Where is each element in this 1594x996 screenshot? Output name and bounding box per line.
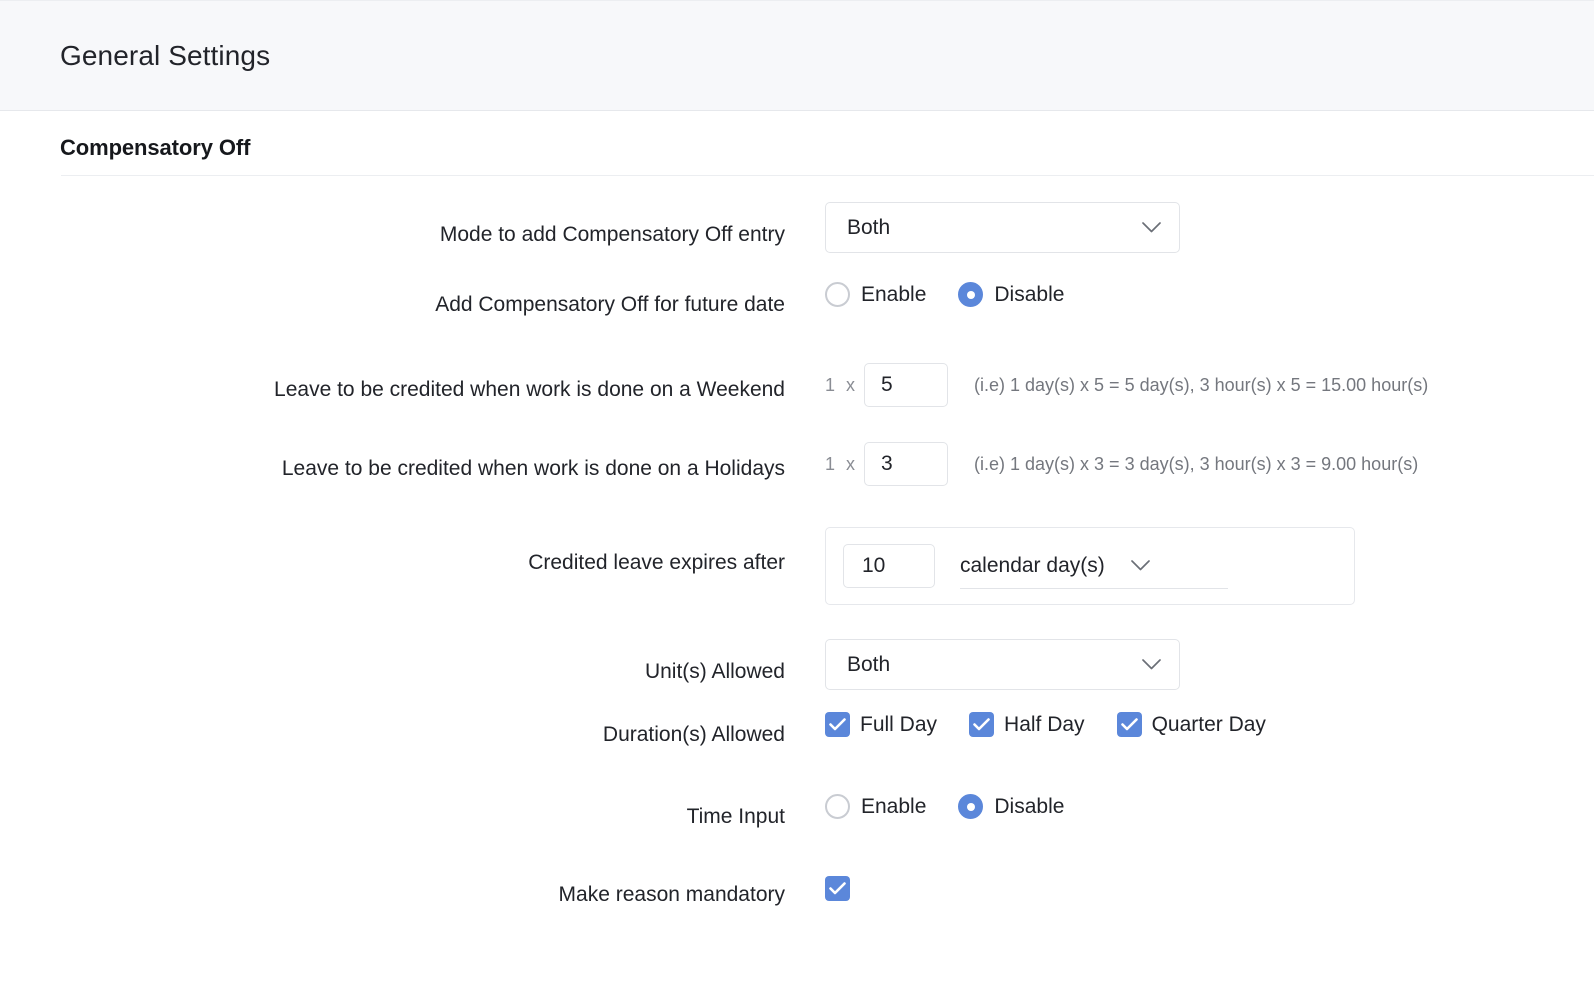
future-date-disable-label: Disable — [994, 282, 1065, 306]
control-expires-after: 10 calendar day(s) — [785, 527, 1594, 605]
checkbox-checked-icon — [825, 712, 850, 737]
control-holiday-credit: 1 x 3 (i.e) 1 day(s) x 3 = 3 day(s), 3 h… — [785, 442, 1594, 486]
checkbox-checked-icon — [825, 876, 850, 901]
durations-allowed-checkbox-group: Full Day Half Day Quarter Day — [825, 712, 1266, 737]
future-date-radio-enable[interactable]: Enable — [825, 282, 926, 307]
chevron-down-icon — [1142, 222, 1161, 233]
duration-full-day-label: Full Day — [860, 712, 938, 736]
label-future-date: Add Compensatory Off for future date — [435, 293, 785, 316]
label-expires-after: Credited leave expires after — [528, 551, 785, 574]
time-input-enable-label: Enable — [861, 794, 927, 818]
time-input-radio-enable[interactable]: Enable — [825, 794, 926, 819]
control-future-date: Enable Disable — [785, 282, 1594, 307]
time-input-radio-disable[interactable]: Disable — [958, 794, 1064, 819]
duration-checkbox-half-day[interactable]: Half Day — [969, 712, 1085, 737]
time-input-radio-group: Enable Disable — [825, 794, 1064, 819]
weekend-credit-hint: (i.e) 1 day(s) x 5 = 5 day(s), 3 hour(s)… — [974, 374, 1429, 395]
mode-select-value: Both — [847, 215, 891, 239]
reason-mandatory-checkbox[interactable] — [825, 876, 860, 901]
duration-half-day-label: Half Day — [1004, 712, 1085, 736]
label-durations-allowed: Duration(s) Allowed — [602, 723, 785, 746]
row-durations-allowed: Duration(s) Allowed Full Day Half Day Qu… — [0, 712, 1594, 794]
row-time-input: Time Input Enable Disable — [0, 794, 1594, 876]
radio-selected-icon — [958, 794, 984, 819]
mode-select[interactable]: Both — [825, 202, 1180, 253]
holiday-credit-input[interactable]: 3 — [864, 442, 949, 486]
future-date-radio-group: Enable Disable — [825, 282, 1064, 307]
control-time-input: Enable Disable — [785, 794, 1594, 819]
label-holiday-credit: Leave to be credited when work is done o… — [281, 457, 785, 480]
settings-form: Mode to add Compensatory Off entry Both … — [0, 176, 1594, 936]
chevron-down-icon — [1142, 659, 1161, 670]
label-reason-mandatory: Make reason mandatory — [558, 883, 785, 906]
holiday-credit-hint: (i.e) 1 day(s) x 3 = 3 day(s), 3 hour(s)… — [974, 453, 1419, 474]
duration-quarter-day-label: Quarter Day — [1151, 712, 1266, 736]
row-holiday-credit: Leave to be credited when work is done o… — [0, 442, 1594, 527]
expires-after-group: 10 calendar day(s) — [825, 527, 1355, 605]
checkbox-checked-icon — [969, 712, 995, 737]
control-durations-allowed: Full Day Half Day Quarter Day — [785, 712, 1594, 737]
row-expires-after: Credited leave expires after 10 calendar… — [0, 527, 1594, 639]
radio-circle-icon — [825, 282, 850, 307]
duration-checkbox-full-day[interactable]: Full Day — [825, 712, 937, 737]
label-time-input: Time Input — [686, 805, 785, 828]
label-mode-to-add-entry: Mode to add Compensatory Off entry — [439, 223, 785, 246]
duration-checkbox-quarter-day[interactable]: Quarter Day — [1116, 712, 1266, 737]
control-weekend-credit: 1 x 5 (i.e) 1 day(s) x 5 = 5 day(s), 3 h… — [785, 363, 1594, 407]
chevron-down-icon — [1130, 560, 1150, 571]
radio-circle-icon — [825, 794, 850, 819]
label-units-allowed: Unit(s) Allowed — [644, 660, 785, 683]
future-date-radio-disable[interactable]: Disable — [958, 282, 1064, 307]
units-allowed-select[interactable]: Both — [825, 639, 1180, 690]
page-header: General Settings — [0, 0, 1594, 111]
row-mode-to-add-entry: Mode to add Compensatory Off entry Both — [0, 202, 1594, 282]
checkbox-checked-icon — [1116, 712, 1142, 737]
page-title: General Settings — [60, 39, 271, 71]
compensatory-off-section: Compensatory Off Mode to add Compensator… — [0, 111, 1594, 936]
units-allowed-value: Both — [847, 652, 891, 676]
weekend-credit-input[interactable]: 5 — [864, 363, 949, 407]
control-units-allowed: Both — [785, 639, 1594, 690]
row-units-allowed: Unit(s) Allowed Both — [0, 639, 1594, 712]
holiday-multiplier-prefix: 1 x — [825, 453, 859, 474]
expires-after-input[interactable]: 10 — [843, 544, 935, 588]
time-input-disable-label: Disable — [994, 794, 1065, 818]
radio-selected-icon — [958, 282, 984, 307]
weekend-multiplier-prefix: 1 x — [825, 374, 859, 395]
section-title: Compensatory Off — [60, 135, 251, 160]
row-reason-mandatory: Make reason mandatory — [0, 876, 1594, 936]
future-date-enable-label: Enable — [861, 282, 927, 306]
label-weekend-credit: Leave to be credited when work is done o… — [274, 378, 785, 401]
expires-after-unit-select[interactable]: calendar day(s) — [960, 544, 1228, 589]
row-weekend-credit: Leave to be credited when work is done o… — [0, 363, 1594, 442]
expires-after-unit-value: calendar day(s) — [960, 553, 1105, 577]
control-mode-to-add-entry: Both — [785, 202, 1594, 253]
row-future-date: Add Compensatory Off for future date Ena… — [0, 282, 1594, 363]
control-reason-mandatory — [785, 876, 1594, 901]
